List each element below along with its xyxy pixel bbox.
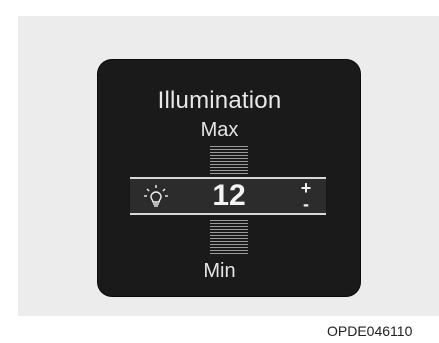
lower-scale-ticks — [210, 220, 248, 256]
illumination-value: 12 — [212, 179, 246, 212]
decrease-button[interactable]: - — [298, 195, 314, 213]
max-label: Max — [200, 119, 239, 141]
upper-scale-ticks — [210, 146, 248, 176]
panel-title: Illumination — [157, 87, 282, 114]
min-label: Min — [203, 260, 236, 282]
illumination-bulb-icon — [144, 185, 168, 207]
image-code: OPDE046110 — [327, 323, 413, 339]
